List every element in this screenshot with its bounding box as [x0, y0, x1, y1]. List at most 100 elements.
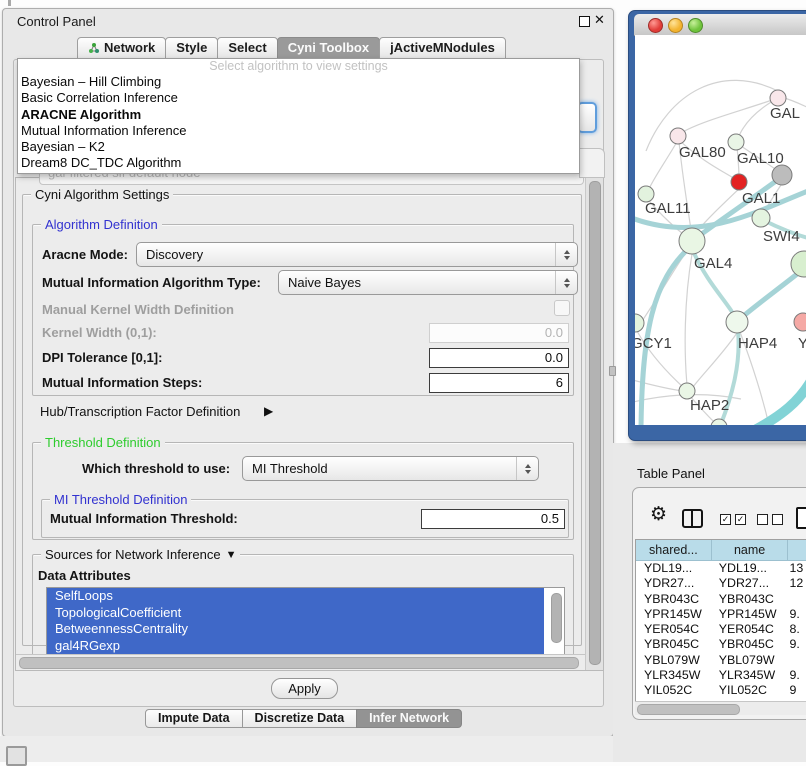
- tab-select[interactable]: Select: [217, 37, 277, 59]
- which-threshold-combo[interactable]: MI Threshold: [242, 456, 539, 481]
- close-traffic-light[interactable]: [648, 18, 663, 33]
- dropdown-item-aracne[interactable]: ARACNE Algorithm: [18, 107, 579, 123]
- control-panel-titlebar[interactable]: Control Panel ✕: [3, 9, 613, 35]
- dropdown-item-mutual-information[interactable]: Mutual Information Inference: [18, 123, 579, 139]
- algorithm-combo-focus-fragment[interactable]: [577, 102, 597, 133]
- settings-horizontal-scrollbar[interactable]: [16, 654, 585, 671]
- network-window-titlebar[interactable]: [634, 14, 806, 36]
- dropdown-item-basic-correlation[interactable]: Basic Correlation Inference: [18, 90, 579, 106]
- node-salmon[interactable]: [794, 313, 806, 331]
- dropdown-item-bayesian-k2[interactable]: Bayesian – K2: [18, 139, 579, 155]
- panel-splitter-grip[interactable]: [609, 366, 616, 376]
- float-window-icon[interactable]: [579, 16, 590, 27]
- mi-threshold-label: Mutual Information Threshold:: [50, 511, 238, 526]
- table-row[interactable]: YLR345WYLR345W9.: [636, 668, 806, 683]
- table-row[interactable]: YER054CYER054C8.: [636, 622, 806, 637]
- apply-button[interactable]: Apply: [271, 678, 338, 699]
- cell-name: YER054C: [711, 622, 787, 637]
- top-edge-tick: [8, 0, 11, 6]
- network-view-window[interactable]: GAL GAL80 GAL10 GAL1 GAL11 SWI4 GAL4 GCY…: [628, 10, 806, 441]
- deselect-all-columns-icon[interactable]: [757, 514, 783, 525]
- network-canvas[interactable]: GAL GAL80 GAL10 GAL1 GAL11 SWI4 GAL4 GCY…: [635, 35, 806, 425]
- column-header-name[interactable]: name: [712, 540, 789, 560]
- table-row[interactable]: YIL052CYIL052C9: [636, 683, 806, 698]
- select-all-columns-icon[interactable]: ✓ ✓: [720, 514, 746, 525]
- node-gcy1[interactable]: [635, 314, 644, 332]
- node-gal4[interactable]: [679, 228, 705, 254]
- table-row[interactable]: YDL19...YDL19...13: [636, 561, 806, 576]
- network-icon: [88, 42, 100, 54]
- combo-spinner-icon: [516, 457, 538, 480]
- list-item-gal4rgexp[interactable]: gal4RGexp: [47, 638, 544, 655]
- cell-shared: YPR145W: [636, 607, 711, 622]
- close-icon[interactable]: ✕: [594, 12, 605, 28]
- dpi-tolerance-field[interactable]: 0.0: [429, 348, 569, 368]
- document-icon[interactable]: [796, 507, 806, 529]
- list-item-topologicalcoefficient[interactable]: TopologicalCoefficient: [47, 605, 544, 622]
- aracne-mode-combo[interactable]: Discovery: [136, 242, 578, 267]
- tab-impute-data[interactable]: Impute Data: [145, 709, 243, 728]
- table-row[interactable]: YBR045CYBR045C9.: [636, 637, 806, 652]
- cell-val: 9.: [786, 668, 806, 683]
- list-item-betweennesscentrality[interactable]: BetweennessCentrality: [47, 621, 544, 638]
- checked-box-icon: ✓: [720, 514, 731, 525]
- settings-vertical-scrollbar[interactable]: [585, 178, 603, 670]
- cell-val: [786, 653, 806, 668]
- dropdown-hint: Select algorithm to view settings: [18, 59, 579, 74]
- table-row[interactable]: YBR043CYBR043C: [636, 592, 806, 607]
- list-scrollbar-thumb[interactable]: [551, 593, 562, 643]
- mi-steps-field[interactable]: 6: [429, 373, 569, 393]
- node-label-gal4: GAL4: [694, 255, 732, 272]
- table-horizontal-thumb[interactable]: [637, 704, 740, 715]
- node-gal80[interactable]: [670, 128, 686, 144]
- node-gray[interactable]: [772, 165, 792, 185]
- mi-threshold-field[interactable]: 0.5: [421, 509, 565, 529]
- tab-style[interactable]: Style: [165, 37, 218, 59]
- bottom-background-strip: [0, 736, 613, 762]
- table-row[interactable]: YDR27...YDR27...12: [636, 576, 806, 591]
- dropdown-item-dream8[interactable]: Dream8 DC_TDC Algorithm: [18, 155, 579, 171]
- expand-down-icon[interactable]: ▼: [226, 549, 237, 561]
- hub-section-label[interactable]: Hub/Transcription Factor Definition: [40, 404, 240, 419]
- zoom-traffic-light[interactable]: [688, 18, 703, 33]
- split-columns-icon[interactable]: [682, 509, 703, 528]
- node-label-hap2: HAP2: [690, 397, 729, 414]
- table-row[interactable]: YBL079WYBL079W: [636, 653, 806, 668]
- node-gal10[interactable]: [728, 134, 744, 150]
- kernel-width-field[interactable]: 0.0: [429, 323, 569, 343]
- column-header-cut[interactable]: [788, 540, 806, 560]
- table-horizontal-scrollbar[interactable]: [635, 701, 806, 715]
- minimize-traffic-light[interactable]: [668, 18, 683, 33]
- node-top-pink[interactable]: [770, 90, 786, 106]
- aracne-mode-value: Discovery: [146, 247, 203, 262]
- dock-panel-icon[interactable]: [6, 746, 27, 766]
- node-swi4[interactable]: [752, 209, 770, 227]
- cell-shared: YDR27...: [636, 576, 711, 591]
- node-right-green[interactable]: [791, 251, 806, 277]
- cell-name: YBR045C: [711, 637, 787, 652]
- tab-network[interactable]: Network: [77, 37, 166, 59]
- column-header-shared-name[interactable]: shared...: [636, 540, 712, 560]
- gear-icon[interactable]: ⚙: [650, 505, 667, 524]
- tab-cyni-toolbox[interactable]: Cyni Toolbox: [277, 37, 380, 59]
- tab-infer-network[interactable]: Infer Network: [356, 709, 462, 728]
- expand-right-icon[interactable]: ▶: [264, 404, 273, 418]
- node-hap4[interactable]: [726, 311, 748, 333]
- list-item-selfloops[interactable]: SelfLoops: [47, 588, 544, 605]
- node-gal1[interactable]: [731, 174, 747, 190]
- settings-vertical-thumb[interactable]: [589, 181, 601, 665]
- tab-jactivemnodules[interactable]: jActiveMNodules: [379, 37, 506, 59]
- cyni-settings-group-title: Cyni Algorithm Settings: [31, 187, 173, 202]
- sources-group-title: Sources for Network Inference ▼: [41, 547, 240, 562]
- node-label-y: Y: [798, 335, 806, 352]
- cell-val: 9.: [786, 607, 806, 622]
- data-attributes-list[interactable]: SelfLoops TopologicalCoefficient Between…: [46, 587, 565, 655]
- table-row[interactable]: YPR145WYPR145W9.: [636, 607, 806, 622]
- settings-horizontal-thumb[interactable]: [19, 657, 579, 669]
- manual-kernel-checkbox[interactable]: [554, 300, 570, 316]
- dropdown-item-bayesian-hill-climbing[interactable]: Bayesian – Hill Climbing: [18, 74, 579, 90]
- tab-discretize-data[interactable]: Discretize Data: [242, 709, 358, 728]
- cell-name: YBL079W: [711, 653, 787, 668]
- table-panel: ⚙ ✓ ✓ shared... name YDL19...YDL19...13 …: [632, 487, 806, 720]
- mi-type-combo[interactable]: Naive Bayes: [278, 270, 578, 295]
